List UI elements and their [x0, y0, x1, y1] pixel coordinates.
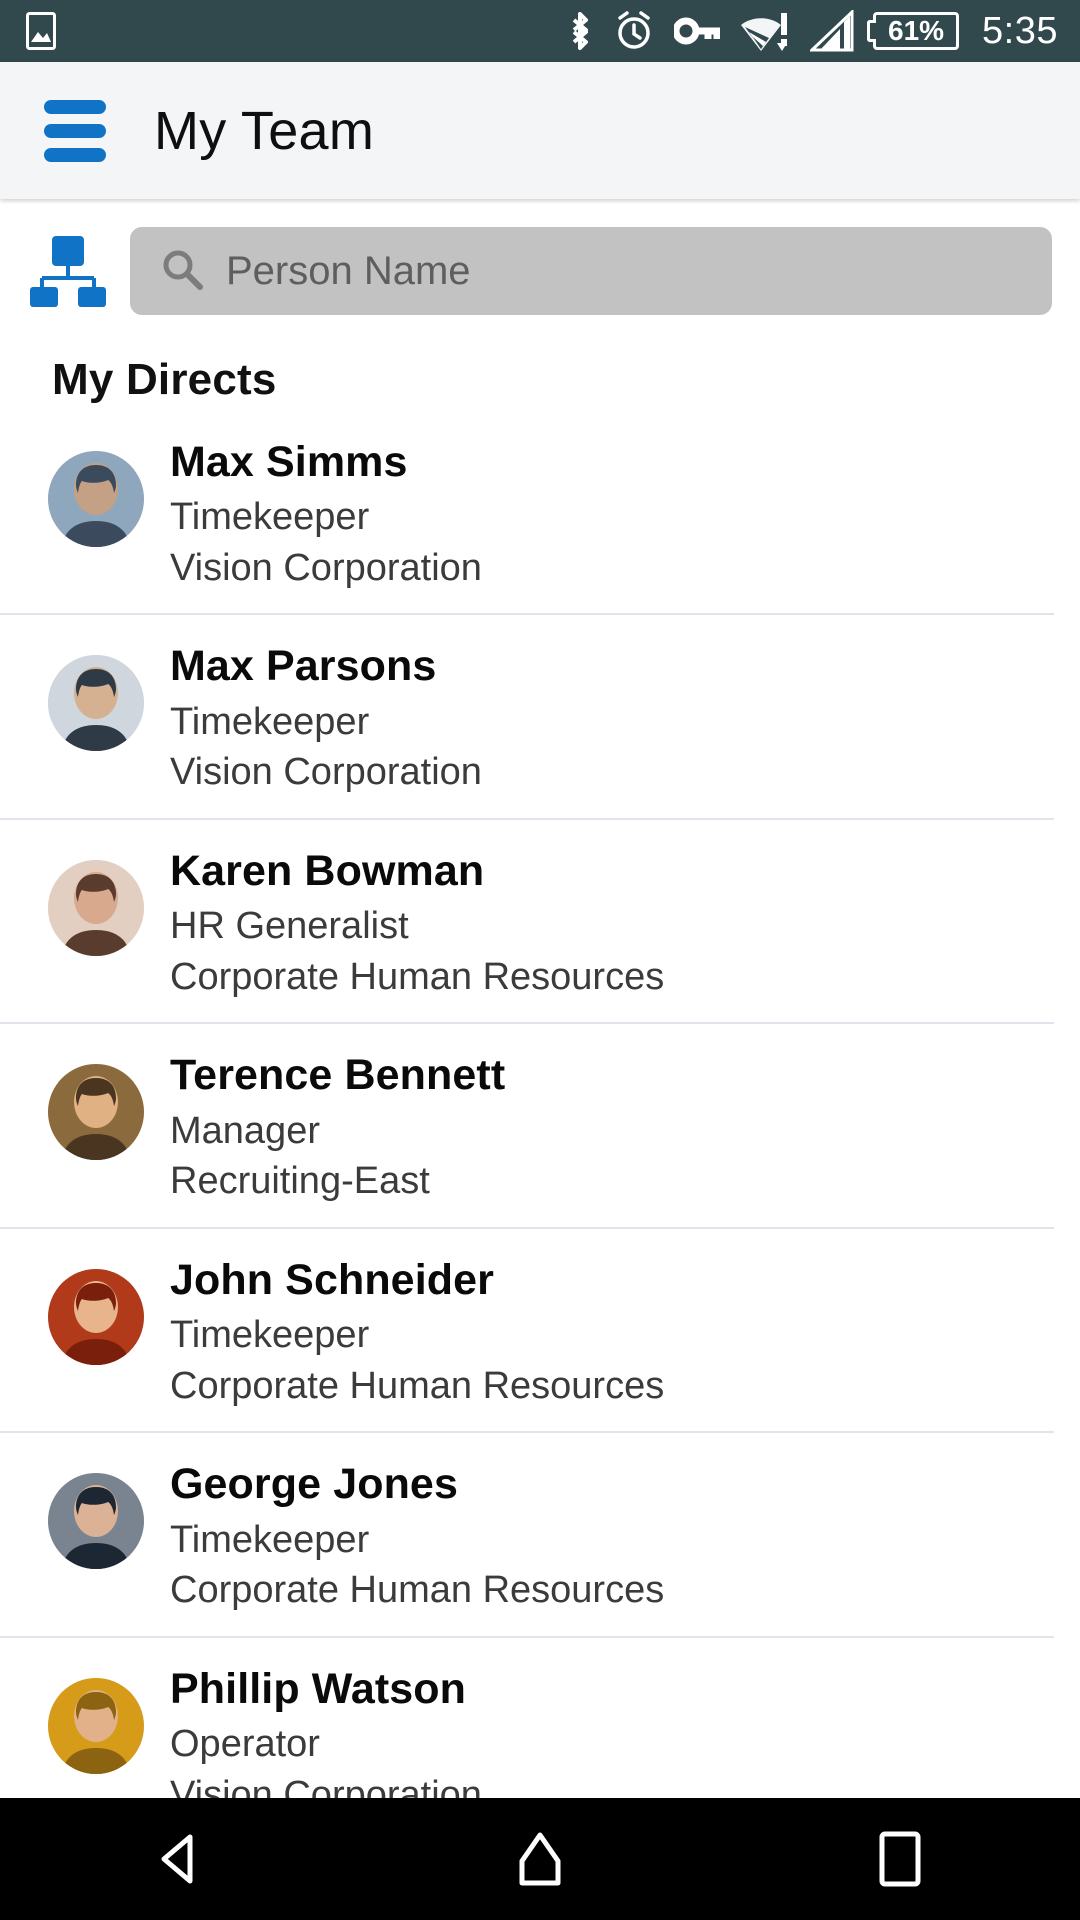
org-chart-icon[interactable]	[30, 235, 106, 307]
battery-indicator: 61%	[873, 12, 960, 50]
person-info: John Schneider Timekeeper Corporate Human …	[170, 1253, 664, 1409]
avatar	[48, 1268, 144, 1365]
people-list: Max Simms Timekeeper Vision Corporation Max…	[0, 411, 1080, 1920]
person-row[interactable]: Karen Bowman HR Generalist Corporate Human…	[0, 820, 1054, 1025]
person-info: Max Simms Timekeeper Vision Corporation	[170, 435, 482, 591]
person-row[interactable]: Max Simms Timekeeper Vision Corporation	[0, 411, 1054, 616]
avatar	[48, 859, 144, 956]
phone-screen: 61% 5:35 My Team Person Name My Directs …	[0, 0, 1080, 1920]
battery-percent: 61%	[888, 15, 945, 46]
bluetooth-icon	[566, 10, 594, 52]
recents-square-icon[interactable]	[720, 1829, 1080, 1889]
status-bar: 61% 5:35	[0, 0, 1080, 62]
avatar	[48, 451, 144, 547]
avatar	[48, 1677, 144, 1774]
person-name: Karen Bowman	[170, 846, 485, 895]
avatar	[48, 1064, 144, 1161]
search-input[interactable]: Person Name	[130, 227, 1052, 315]
person-name: Phillip Watson	[170, 1664, 467, 1713]
person-department: Corporate Human Resources	[170, 1364, 665, 1407]
search-placeholder: Person Name	[226, 248, 471, 293]
section-header-my-directs: My Directs	[52, 355, 277, 404]
person-role: Timekeeper	[170, 700, 370, 743]
person-role: Operator	[170, 1723, 320, 1766]
person-info: Karen Bowman HR Generalist Corporate Human…	[170, 844, 664, 1000]
hamburger-menu-icon[interactable]	[44, 99, 106, 162]
person-department: Vision Corporation	[170, 751, 482, 794]
app-bar: My Team	[0, 62, 1080, 199]
search-icon	[160, 247, 204, 296]
person-department: Recruiting-East	[170, 1160, 430, 1203]
page-title: My Team	[154, 100, 375, 161]
android-nav-bar	[0, 1798, 1080, 1920]
person-role: Timekeeper	[170, 1518, 370, 1561]
person-name: George Jones	[170, 1460, 458, 1509]
person-info: Phillip Watson Operator Vision Corporation	[170, 1662, 482, 1818]
avatar	[48, 655, 144, 752]
person-department: Vision Corporation	[170, 546, 482, 589]
photo-icon	[26, 12, 56, 50]
person-row[interactable]: George Jones Timekeeper Corporate Human Re…	[0, 1433, 1054, 1638]
person-department: Corporate Human Resources	[170, 1569, 665, 1612]
person-info: Terence Bennett Manager Recruiting-East	[170, 1048, 505, 1204]
person-info: Max Parsons Timekeeper Vision Corporation	[170, 639, 482, 795]
person-role: Timekeeper	[170, 1314, 370, 1357]
vpn-key-icon	[674, 16, 721, 46]
avatar	[48, 1473, 144, 1570]
status-clock: 5:35	[982, 10, 1058, 52]
search-row: Person Name	[0, 199, 1080, 315]
home-icon[interactable]	[360, 1827, 720, 1891]
person-name: Terence Bennett	[170, 1051, 506, 1100]
person-info: George Jones Timekeeper Corporate Human Re…	[170, 1457, 664, 1613]
signal-icon	[810, 10, 854, 52]
person-row[interactable]: Max Parsons Timekeeper Vision Corporation	[0, 615, 1054, 820]
person-role: Manager	[170, 1109, 320, 1152]
alarm-icon	[613, 10, 655, 52]
person-row[interactable]: Terence Bennett Manager Recruiting-East	[0, 1024, 1054, 1229]
person-department: Corporate Human Resources	[170, 955, 665, 998]
back-triangle-icon[interactable]	[0, 1827, 360, 1891]
person-role: HR Generalist	[170, 905, 409, 948]
person-name: John Schneider	[170, 1255, 494, 1304]
person-row[interactable]: John Schneider Timekeeper Corporate Human …	[0, 1229, 1054, 1434]
wifi-warning-icon	[739, 9, 791, 53]
person-role: Timekeeper	[170, 496, 370, 539]
person-name: Max Simms	[170, 438, 408, 486]
person-name: Max Parsons	[170, 642, 437, 691]
main-content: Person Name My Directs Max Simms Timekeep…	[0, 199, 1080, 1920]
